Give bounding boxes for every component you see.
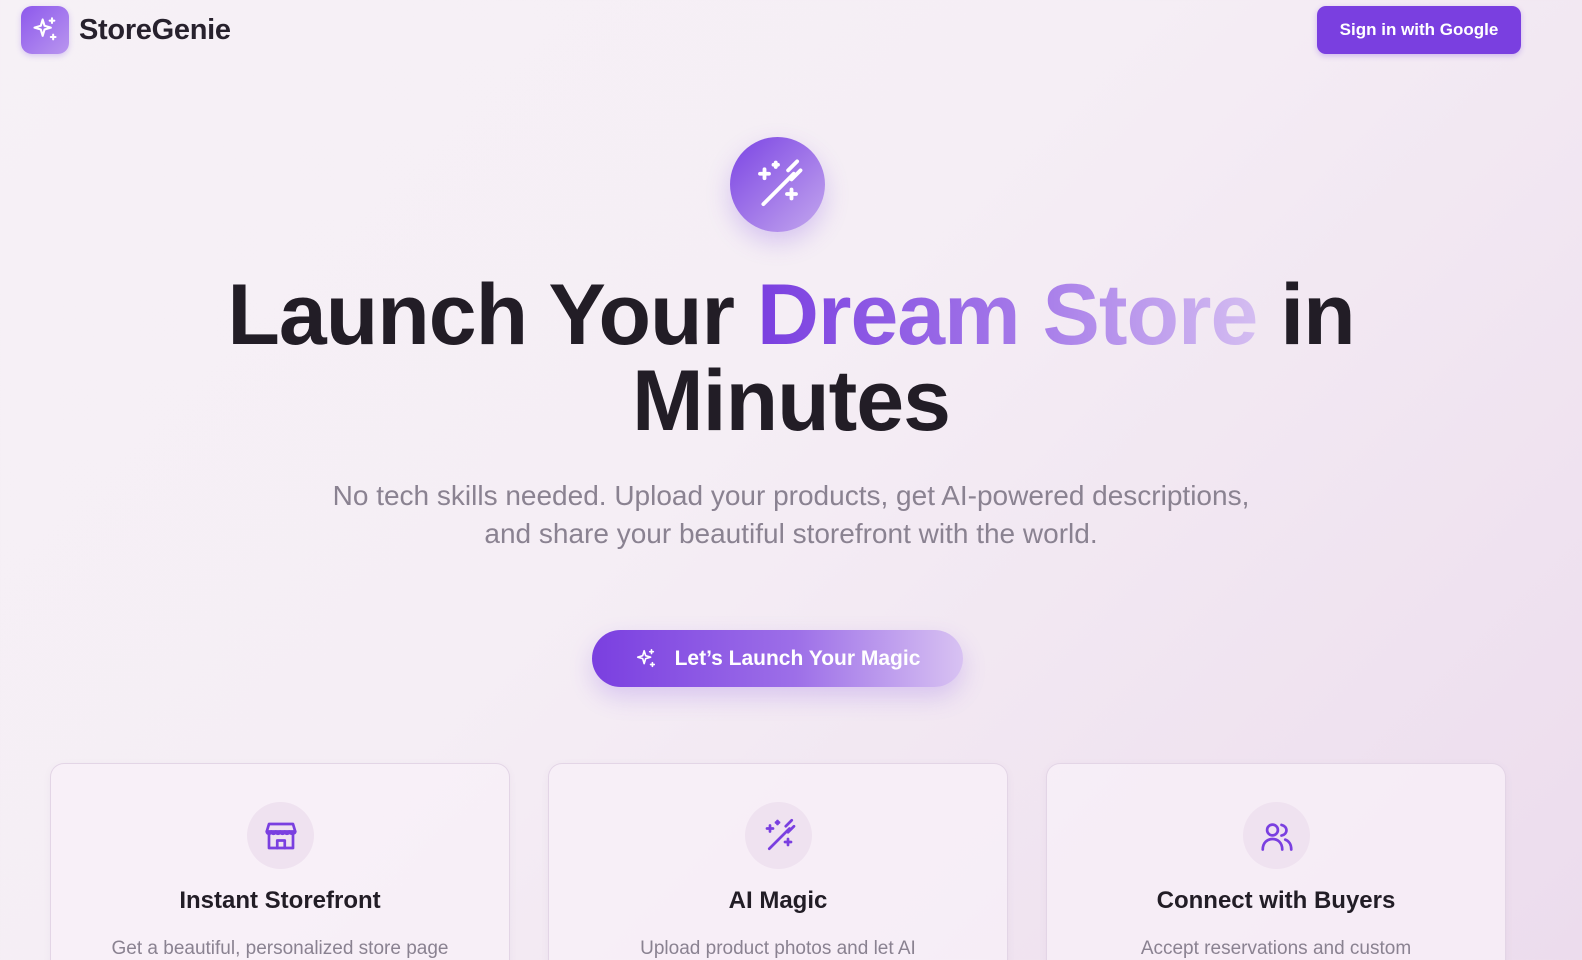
sparkles-icon: [635, 648, 657, 670]
feature-card-ai-magic: AI Magic Upload product photos and let A…: [548, 763, 1008, 960]
launch-magic-button[interactable]: Let’s Launch Your Magic: [592, 630, 963, 687]
launch-magic-label: Let’s Launch Your Magic: [674, 646, 921, 670]
feature-title: Instant Storefront: [179, 887, 381, 914]
hero-title-highlight: Dream Store: [756, 267, 1258, 363]
users-icon: [1243, 802, 1310, 869]
brand-logo[interactable]: StoreGenie: [21, 6, 231, 54]
hero-title-part1: Launch Your: [227, 267, 757, 363]
feature-description: Get a beautiful, personalized store page: [111, 938, 449, 959]
magic-wand-icon: [745, 802, 812, 869]
top-nav: StoreGenie Sign in with Google: [0, 0, 1582, 62]
feature-title: AI Magic: [728, 887, 828, 914]
store-icon: [247, 802, 314, 869]
feature-title: Connect with Buyers: [1156, 887, 1396, 914]
feature-card-connect-buyers: Connect with Buyers Accept reservations …: [1046, 763, 1506, 960]
feature-description: Accept reservations and custom: [1140, 938, 1412, 959]
brand-name: StoreGenie: [79, 13, 231, 46]
feature-card-instant-storefront: Instant Storefront Get a beautiful, pers…: [50, 763, 510, 960]
magic-wand-icon: [730, 137, 825, 232]
sign-in-google-button[interactable]: Sign in with Google: [1317, 6, 1521, 54]
feature-description: Upload product photos and let AI: [640, 938, 916, 959]
hero-title: Launch Your Dream Store in Minutes: [100, 272, 1482, 444]
sparkles-icon: [21, 6, 69, 54]
hero-subtitle: No tech skills needed. Upload your produ…: [332, 480, 1250, 549]
